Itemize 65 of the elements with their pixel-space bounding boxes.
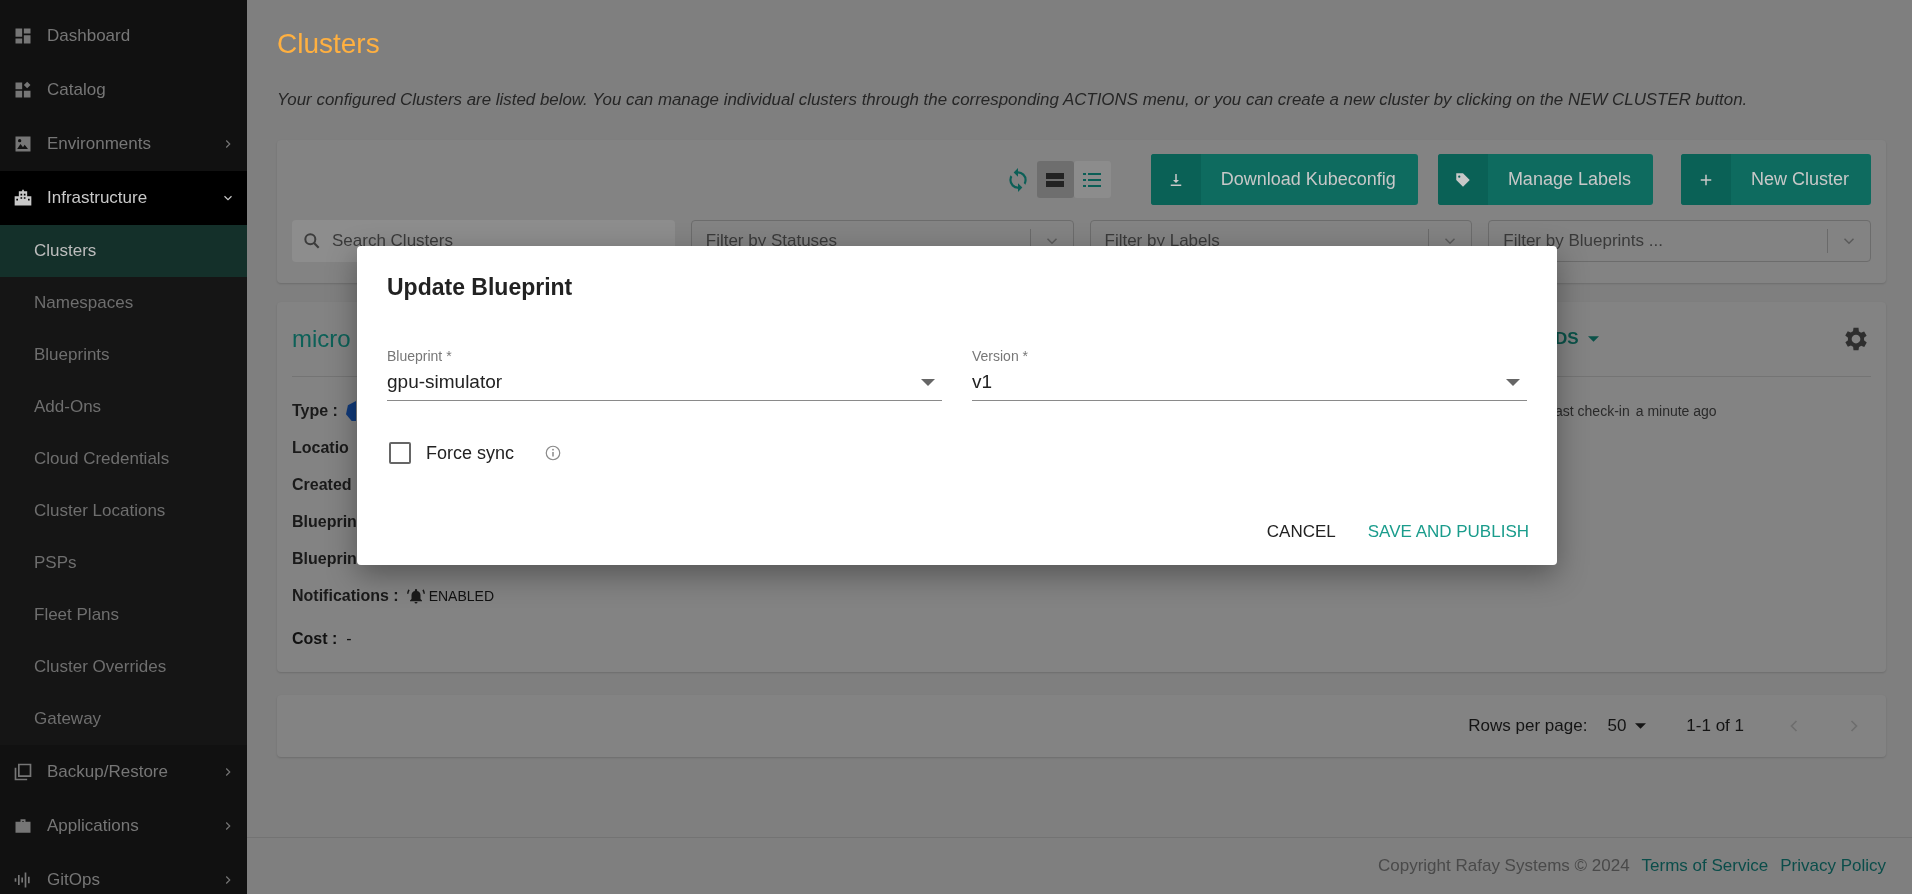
field-label: Blueprin — [292, 549, 357, 568]
copy-icon — [13, 762, 33, 782]
footer-link[interactable]: Terms of Service — [1641, 856, 1769, 876]
sidebar-subitem[interactable]: Namespaces — [0, 277, 247, 329]
search-field[interactable]: Search Clusters — [330, 230, 675, 252]
bell-icon — [406, 586, 425, 605]
sidebar-item[interactable]: Backup/Restore — [0, 745, 247, 799]
action-button[interactable]: Manage Labels — [1437, 154, 1653, 205]
page-range: 1-1 of 1 — [1686, 716, 1744, 736]
sidebar-subitem[interactable]: Cluster Locations — [0, 485, 247, 537]
caret-icon — [921, 378, 935, 386]
image-icon — [13, 134, 33, 154]
waveform-icon — [13, 870, 33, 890]
action-button[interactable]: Download Kubeconfig — [1150, 154, 1418, 205]
checkin-time: a minute ago — [1635, 402, 1717, 419]
sidebar-subitem[interactable]: Cluster Overrides — [0, 641, 247, 693]
cluster-name[interactable]: micro — [292, 325, 351, 353]
info-icon[interactable] — [544, 444, 563, 462]
cancel-button[interactable]: CANCEL — [1254, 516, 1348, 548]
select-field[interactable]: Version * v1 — [972, 348, 1527, 401]
sidebar-subitem[interactable]: Fleet Plans — [0, 589, 247, 641]
hexagon-icon — [345, 400, 356, 421]
field-label: Locatio — [292, 438, 349, 457]
rows-per-page-select[interactable]: 50 — [1607, 716, 1647, 736]
sidebar-subitem[interactable]: Cloud Credentials — [0, 433, 247, 485]
search-icon — [302, 231, 322, 251]
dialog-title: Update Blueprint — [387, 273, 574, 302]
widgets-icon — [13, 80, 33, 100]
page-description: Your configured Clusters are listed below. You can manage individual clusters through the corresponding ACTIONS menu, or you can create a new cluster by clicking on the NEW CLUSTER button. — [277, 89, 1749, 111]
caret-icon — [1587, 336, 1599, 342]
select-field[interactable]: Blueprint * gpu-simulator — [387, 348, 942, 401]
field-value: ENABLED — [428, 587, 495, 604]
rows-per-page-label: Rows per page: — [1468, 716, 1588, 736]
page-title: Clusters — [277, 27, 381, 61]
sidebar-item[interactable]: Catalog — [0, 63, 247, 117]
sidebar-item[interactable]: Infrastructure — [0, 171, 247, 225]
field-label: Type : — [292, 401, 338, 420]
filter-select[interactable]: Filter by Blueprints ... — [1488, 220, 1871, 262]
sidebar-item[interactable]: GitOps — [0, 853, 247, 894]
field-label: Notifications : — [292, 586, 399, 605]
save-and-publish-button[interactable]: SAVE AND PUBLISH — [1355, 516, 1541, 548]
field-label: Created — [292, 475, 352, 494]
sidebar-subitem[interactable]: Gateway — [0, 693, 247, 745]
footer-link[interactable]: Privacy Policy — [1780, 856, 1886, 876]
field-label: Blueprin — [292, 512, 357, 531]
caret-icon — [1635, 723, 1647, 729]
briefcase-icon — [13, 816, 33, 836]
force-sync-label: Force sync — [426, 442, 515, 464]
view-mode-button[interactable] — [1036, 161, 1074, 198]
sidebar-item[interactable]: Environments — [0, 117, 247, 171]
sidebar-item[interactable]: Dashboard — [0, 9, 247, 63]
dashboard-icon — [13, 26, 33, 46]
tag-icon — [1453, 170, 1472, 189]
sidebar-subitem[interactable]: Add-Ons — [0, 381, 247, 433]
view-mode-button[interactable] — [1073, 161, 1111, 198]
sidebar-subitem[interactable]: Blueprints — [0, 329, 247, 381]
action-button[interactable]: New Cluster — [1680, 154, 1871, 205]
sidebar-subitem[interactable]: PSPs — [0, 537, 247, 589]
cost-text: Cost : - — [292, 629, 352, 648]
caret-icon — [1506, 378, 1520, 386]
force-sync-checkbox[interactable] — [389, 442, 411, 464]
sidebar-subitem[interactable]: Clusters — [0, 225, 247, 277]
sidebar-item[interactable]: Applications — [0, 799, 247, 853]
filter-dropdown[interactable]: Filter by Blueprints ... — [1501, 230, 1827, 252]
building-icon — [13, 188, 33, 208]
